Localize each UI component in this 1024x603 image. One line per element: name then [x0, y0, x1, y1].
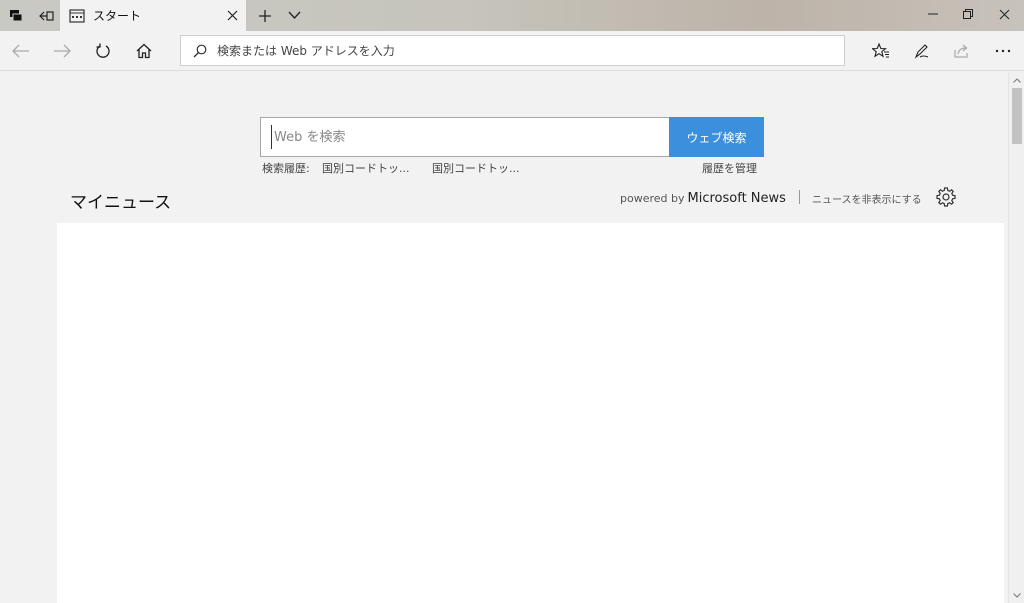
- address-input[interactable]: [217, 39, 817, 62]
- scroll-thumb[interactable]: [1012, 88, 1022, 144]
- share-icon[interactable]: [950, 39, 974, 63]
- home-icon[interactable]: [132, 39, 156, 63]
- new-tab-icon[interactable]: [253, 0, 277, 31]
- powered-by-label: powered by: [620, 192, 685, 205]
- scroll-up-icon[interactable]: [1012, 75, 1022, 85]
- vertical-scrollbar[interactable]: [1008, 72, 1024, 603]
- divider: [799, 190, 800, 204]
- title-bar: スタート: [0, 0, 1024, 31]
- navigation-bar: [0, 31, 1024, 71]
- tab-title: スタート: [93, 9, 142, 23]
- web-search-box[interactable]: [260, 117, 670, 157]
- address-bar[interactable]: [180, 35, 845, 66]
- gear-icon[interactable]: [936, 187, 956, 207]
- news-header: マイニュース powered by Microsoft News ニュースを非表示…: [0, 182, 1008, 222]
- powered-by: powered by Microsoft News: [620, 191, 786, 206]
- news-title: マイニュース: [70, 193, 172, 213]
- web-search-button[interactable]: ウェブ検索: [669, 117, 764, 157]
- minimize-icon[interactable]: [916, 0, 950, 28]
- search-icon: [193, 44, 207, 57]
- restore-icon[interactable]: [951, 0, 985, 28]
- back-icon[interactable]: [9, 39, 33, 63]
- news-panel: [57, 223, 1004, 603]
- page-icon: [69, 8, 85, 23]
- news-brand: Microsoft News: [687, 191, 786, 206]
- hide-news-link[interactable]: ニュースを非表示にする: [812, 191, 922, 206]
- chevron-down-icon[interactable]: [282, 0, 306, 31]
- manage-history-link[interactable]: 履歴を管理: [702, 160, 757, 176]
- search-history: 検索履歴: 国別コードトッ... 国別コードトッ... 履歴を管理: [262, 160, 764, 176]
- close-tab-icon[interactable]: [224, 7, 240, 23]
- scroll-down-icon[interactable]: [1012, 590, 1022, 600]
- web-search-input[interactable]: [271, 125, 661, 149]
- tab-overview-icon[interactable]: [4, 0, 28, 31]
- favorites-icon[interactable]: [869, 39, 893, 63]
- tab-start[interactable]: スタート: [60, 0, 246, 31]
- set-aside-tabs-icon[interactable]: [34, 0, 58, 31]
- start-page: ウェブ検索 検索履歴: 国別コードトッ... 国別コードトッ... 履歴を管理 …: [0, 72, 1008, 603]
- history-item[interactable]: 国別コードトッ...: [322, 160, 410, 176]
- more-options-icon[interactable]: [991, 39, 1015, 63]
- refresh-icon[interactable]: [91, 39, 115, 63]
- close-window-icon[interactable]: [987, 0, 1021, 28]
- forward-icon[interactable]: [50, 39, 74, 63]
- history-label: 検索履歴:: [262, 162, 310, 175]
- pen-icon[interactable]: [910, 39, 934, 63]
- history-item[interactable]: 国別コードトッ...: [432, 160, 520, 176]
